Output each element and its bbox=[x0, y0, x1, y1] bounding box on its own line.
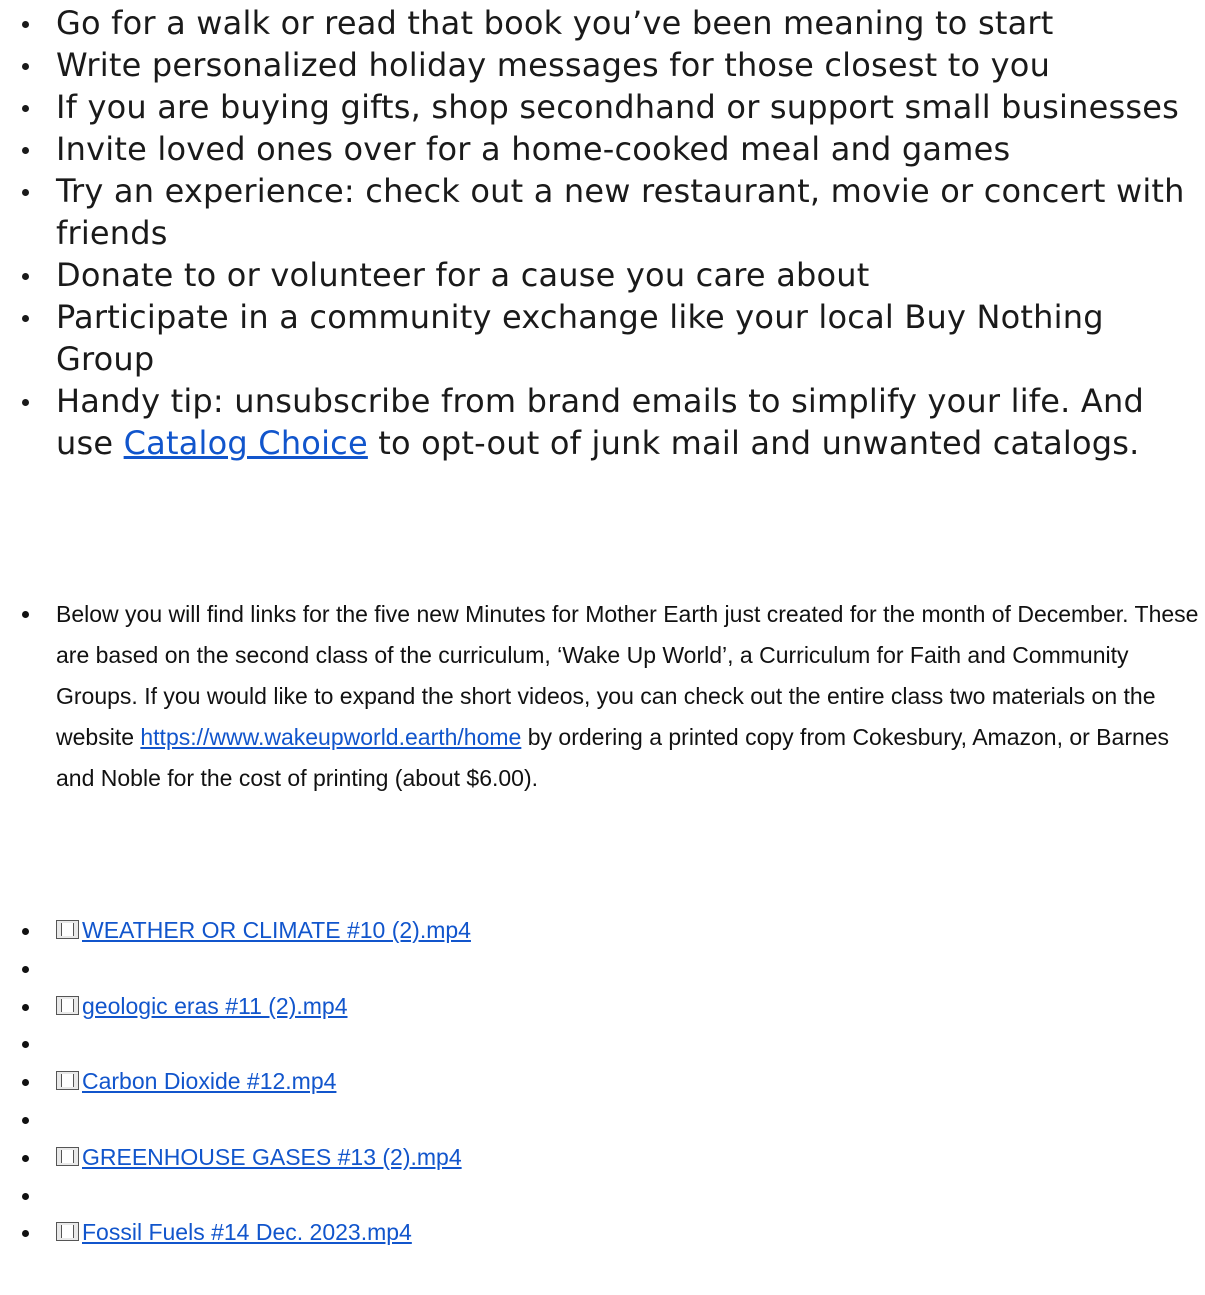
film-icon bbox=[56, 1071, 79, 1091]
tip-item: Try an experience: check out a new resta… bbox=[0, 170, 1200, 254]
intro-paragraph: Below you will find links for the five n… bbox=[0, 594, 1200, 799]
tip-item: If you are buying gifts, shop secondhand… bbox=[0, 86, 1200, 128]
handy-tip-text-end: to opt-out of junk mail and unwanted cat… bbox=[367, 424, 1140, 462]
video-link-geologic-eras[interactable]: geologic eras #11 (2).mp4 bbox=[82, 993, 348, 1019]
handy-tip-item: Handy tip: unsubscribe from brand emails… bbox=[0, 380, 1200, 464]
film-icon bbox=[56, 1146, 79, 1166]
intro-list: Below you will find links for the five n… bbox=[0, 594, 1200, 799]
video-item: WEATHER OR CLIMATE #10 (2).mp4 bbox=[0, 912, 1200, 950]
video-link-weather-or-climate[interactable]: WEATHER OR CLIMATE #10 (2).mp4 bbox=[82, 917, 471, 943]
wakeupworld-link[interactable]: https://www.wakeupworld.earth/home bbox=[140, 724, 521, 750]
tip-item: Participate in a community exchange like… bbox=[0, 296, 1200, 380]
tip-item: Invite loved ones over for a home-cooked… bbox=[0, 128, 1200, 170]
catalog-choice-link[interactable]: Catalog Choice bbox=[124, 424, 368, 462]
tip-item: Go for a walk or read that book you’ve b… bbox=[0, 2, 1200, 44]
video-list: WEATHER OR CLIMATE #10 (2).mp4 geologic … bbox=[0, 912, 1200, 1252]
film-icon bbox=[56, 920, 79, 939]
video-item: geologic eras #11 (2).mp4 bbox=[0, 988, 1200, 1026]
empty-list-item bbox=[0, 1101, 1200, 1139]
video-link-fossil-fuels[interactable]: Fossil Fuels #14 Dec. 2023.mp4 bbox=[82, 1219, 412, 1245]
empty-list-item bbox=[0, 1025, 1200, 1063]
video-item: Fossil Fuels #14 Dec. 2023.mp4 bbox=[0, 1214, 1200, 1252]
video-item: Carbon Dioxide #12.mp4 bbox=[0, 1063, 1200, 1101]
empty-list-item bbox=[0, 1177, 1200, 1215]
tip-item: Write personalized holiday messages for … bbox=[0, 44, 1200, 86]
tip-item: Donate to or volunteer for a cause you c… bbox=[0, 254, 1200, 296]
film-icon bbox=[56, 1222, 79, 1242]
video-item: GREENHOUSE GASES #13 (2).mp4 bbox=[0, 1139, 1200, 1177]
film-icon bbox=[56, 995, 79, 1015]
video-link-greenhouse-gases[interactable]: GREENHOUSE GASES #13 (2).mp4 bbox=[82, 1144, 462, 1170]
empty-list-item bbox=[0, 950, 1200, 988]
video-link-carbon-dioxide[interactable]: Carbon Dioxide #12.mp4 bbox=[82, 1068, 336, 1094]
tips-list: Go for a walk or read that book you’ve b… bbox=[0, 2, 1200, 464]
